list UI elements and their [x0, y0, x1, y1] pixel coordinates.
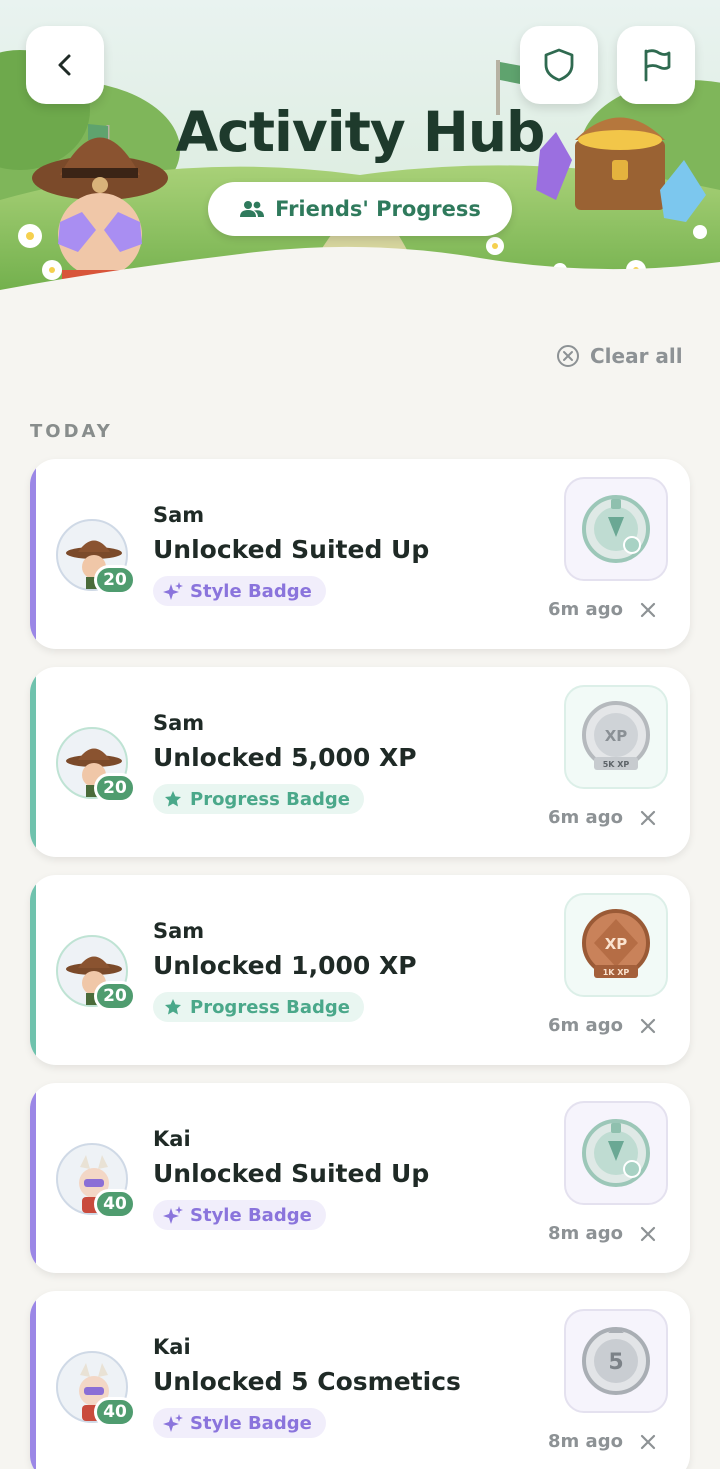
style-badge-tag: Style Badge: [153, 1200, 326, 1230]
badge-thumbnail[interactable]: [564, 1101, 668, 1205]
shield-button[interactable]: [520, 26, 598, 104]
page-title: Activity Hub: [175, 100, 546, 164]
tag-label: Progress Badge: [190, 996, 350, 1018]
card-accent: [30, 459, 36, 649]
flag-button[interactable]: [617, 26, 695, 104]
style-badge-tag: Style Badge: [153, 1408, 326, 1438]
username: Kai: [153, 1127, 191, 1151]
badge-subtext: 5K XP: [603, 760, 630, 769]
shield-icon: [544, 48, 574, 82]
tag-label: Style Badge: [190, 1412, 312, 1434]
sparkle-icon: [163, 1414, 183, 1432]
level-badge: 40: [94, 1397, 136, 1427]
tag-label: Progress Badge: [190, 788, 350, 810]
avatar[interactable]: 40: [56, 1351, 136, 1427]
dismiss-button[interactable]: [637, 807, 659, 829]
card-accent: [30, 667, 36, 857]
flag-icon: [644, 49, 671, 82]
star-icon: [165, 791, 181, 807]
progress-badge-tag: Progress Badge: [153, 992, 364, 1022]
activity-card[interactable]: 40 Kai Unlocked Suited Up Style Badge 8m…: [30, 1083, 690, 1273]
activity-card[interactable]: 40 Kai Unlocked 5 Cosmetics Style Badge …: [30, 1291, 690, 1469]
badge-text: 5: [608, 1350, 623, 1375]
badge-thumbnail[interactable]: [564, 477, 668, 581]
avatar[interactable]: 40: [56, 1143, 136, 1219]
dismiss-button[interactable]: [637, 1223, 659, 1245]
activity-card[interactable]: 20 Sam Unlocked 1,000 XP Progress Badge …: [30, 875, 690, 1065]
chevron-left-icon: [58, 54, 71, 76]
card-accent: [30, 1291, 36, 1469]
5k-xp-badge-icon: XP 5K XP: [582, 701, 650, 770]
avatar[interactable]: 20: [56, 727, 136, 803]
star-icon: [165, 999, 181, 1015]
username: Sam: [153, 711, 205, 735]
5-cosmetics-badge-icon: 5: [582, 1327, 650, 1395]
suited-up-badge-icon: [582, 1119, 650, 1187]
friends-progress-button[interactable]: Friends' Progress: [208, 182, 512, 236]
card-accent: [30, 875, 36, 1065]
1k-xp-badge-icon: XP 1K XP: [582, 909, 650, 978]
badge-thumbnail[interactable]: XP 1K XP: [564, 893, 668, 997]
circle-x-icon: [557, 345, 579, 367]
badge-subtext: 1K XP: [603, 968, 630, 977]
badge-text: XP: [605, 727, 628, 745]
close-icon: [640, 1018, 656, 1034]
timestamp: 6m ago: [548, 599, 623, 620]
avatar[interactable]: 20: [56, 935, 136, 1011]
tag-label: Style Badge: [190, 1204, 312, 1226]
level-badge: 20: [94, 565, 136, 595]
timestamp: 6m ago: [548, 1015, 623, 1036]
card-accent: [30, 1083, 36, 1273]
sparkle-icon: [163, 582, 183, 600]
avatar[interactable]: 20: [56, 519, 136, 595]
close-icon: [640, 810, 656, 826]
badge-text: XP: [605, 935, 628, 953]
level-badge: 20: [94, 773, 136, 803]
section-header-today: TODAY: [30, 421, 113, 442]
dismiss-button[interactable]: [637, 1015, 659, 1037]
close-icon: [640, 602, 656, 618]
username: Sam: [153, 503, 205, 527]
badge-thumbnail[interactable]: XP 5K XP: [564, 685, 668, 789]
clear-all-label: Clear all: [590, 344, 683, 368]
style-badge-tag: Style Badge: [153, 576, 326, 606]
activity-title: Unlocked 5 Cosmetics: [153, 1367, 461, 1396]
header-banner: Activity Hub Friends' Progress: [0, 0, 720, 300]
activity-title: Unlocked Suited Up: [153, 535, 430, 564]
activity-title: Unlocked 5,000 XP: [153, 743, 417, 772]
timestamp: 6m ago: [548, 807, 623, 828]
username: Sam: [153, 919, 205, 943]
clear-all-button[interactable]: Clear all: [556, 344, 683, 368]
dismiss-button[interactable]: [637, 1431, 659, 1453]
activity-card[interactable]: 20 Sam Unlocked Suited Up Style Badge 6m…: [30, 459, 690, 649]
timestamp: 8m ago: [548, 1223, 623, 1244]
friends-progress-label: Friends' Progress: [275, 197, 481, 221]
timestamp: 8m ago: [548, 1431, 623, 1452]
activity-card[interactable]: 20 Sam Unlocked 5,000 XP Progress Badge …: [30, 667, 690, 857]
dismiss-button[interactable]: [637, 599, 659, 621]
people-icon: [240, 201, 265, 217]
username: Kai: [153, 1335, 191, 1359]
progress-badge-tag: Progress Badge: [153, 784, 364, 814]
activity-title: Unlocked Suited Up: [153, 1159, 430, 1188]
tag-label: Style Badge: [190, 580, 312, 602]
suited-up-badge-icon: [582, 495, 650, 563]
close-icon: [640, 1226, 656, 1242]
sparkle-icon: [163, 1206, 183, 1224]
level-badge: 40: [94, 1189, 136, 1219]
badge-thumbnail[interactable]: 5: [564, 1309, 668, 1413]
activity-title: Unlocked 1,000 XP: [153, 951, 417, 980]
level-badge: 20: [94, 981, 136, 1011]
back-button[interactable]: [26, 26, 104, 104]
close-icon: [640, 1434, 656, 1450]
